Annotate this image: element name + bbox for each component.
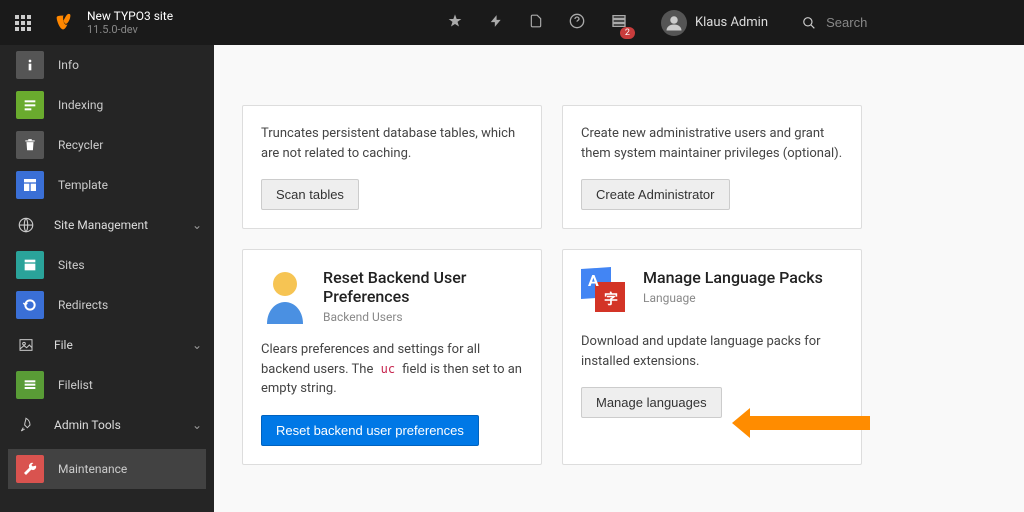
sidebar-item-label: Recycler <box>58 138 202 152</box>
sidebar-item-label: Indexing <box>58 98 202 112</box>
cards-row: Truncates persistent database tables, wh… <box>242 105 996 229</box>
sidebar-item-redirects[interactable]: Redirects <box>0 285 214 325</box>
reset-backend-user-preferences-button[interactable]: Reset backend user preferences <box>261 415 479 446</box>
sidebar-item-recycler[interactable]: Recycler <box>0 125 214 165</box>
sidebar-item-filelist[interactable]: Filelist <box>0 365 214 405</box>
manage-languages-button[interactable]: Manage languages <box>581 387 722 418</box>
info-icon <box>16 51 44 79</box>
card-manage-language-packs: A字 Manage Language Packs Language Downlo… <box>562 249 862 465</box>
avatar-icon <box>661 10 687 36</box>
sidebar-item-label: Maintenance <box>58 462 194 476</box>
scan-tables-button[interactable]: Scan tables <box>261 179 359 210</box>
topbar: New TYPO3 site 11.5.0-dev 2 Klaus Admin <box>0 0 1024 45</box>
chevron-down-icon: ⌄ <box>192 338 202 352</box>
search-box[interactable] <box>784 15 1024 31</box>
sidebar-group-site-management[interactable]: Site Management ⌄ <box>0 205 214 245</box>
sidebar-item-label: Template <box>58 178 202 192</box>
sidebar-item-label: Filelist <box>58 378 202 392</box>
help-icon[interactable] <box>569 13 585 33</box>
rocket-icon <box>12 411 40 439</box>
sidebar-group-label: Admin Tools <box>54 418 192 432</box>
image-icon <box>12 331 40 359</box>
sidebar-item-info[interactable]: Info <box>0 45 214 85</box>
card-description: Clears preferences and settings for all … <box>261 340 523 399</box>
site-info[interactable]: New TYPO3 site 11.5.0-dev <box>87 9 173 37</box>
sidebar-item-indexing[interactable]: Indexing <box>0 85 214 125</box>
topbar-tools: 2 <box>173 13 645 33</box>
sidebar-item-label: Sites <box>58 258 202 272</box>
redirect-icon <box>16 291 44 319</box>
content-area: Truncates persistent database tables, wh… <box>214 45 1024 512</box>
topbar-left: New TYPO3 site 11.5.0-dev <box>0 0 173 45</box>
content-inner: Truncates persistent database tables, wh… <box>214 45 1024 512</box>
sidebar-item-label: Info <box>58 58 202 72</box>
search-input[interactable] <box>826 15 1006 30</box>
globe-icon <box>12 211 40 239</box>
card-scan-tables: Truncates persistent database tables, wh… <box>242 105 542 229</box>
indexing-icon <box>16 91 44 119</box>
sidebar-group-label: File <box>54 338 192 352</box>
sidebar-item-sites[interactable]: Sites <box>0 245 214 285</box>
module-sidebar: Info Indexing Recycler Template Site Man… <box>0 45 214 512</box>
card-description: Create new administrative users and gran… <box>581 124 843 163</box>
create-administrator-button[interactable]: Create Administrator <box>581 179 730 210</box>
translate-icon: A字 <box>581 268 629 316</box>
sidebar-group-admin-tools[interactable]: Admin Tools ⌄ <box>0 405 214 445</box>
annotation-arrow <box>750 416 870 430</box>
card-description: Download and update language packs for i… <box>581 332 843 371</box>
card-subtitle: Language <box>643 291 823 305</box>
apps-menu-button[interactable] <box>0 0 45 45</box>
chevron-down-icon: ⌄ <box>192 418 202 432</box>
filelist-icon <box>16 371 44 399</box>
sidebar-item-template[interactable]: Template <box>0 165 214 205</box>
typo3-logo-icon <box>49 8 79 38</box>
card-reset-preferences: Reset Backend User Preferences Backend U… <box>242 249 542 465</box>
trash-icon <box>16 131 44 159</box>
card-create-admin: Create new administrative users and gran… <box>562 105 862 229</box>
user-icon <box>261 268 309 316</box>
card-subtitle: Backend Users <box>323 310 523 324</box>
apps-grid-icon <box>15 15 31 31</box>
sidebar-active-wrap: Maintenance <box>8 449 206 489</box>
sidebar-item-label: Redirects <box>58 298 202 312</box>
search-icon <box>802 15 816 31</box>
sidebar-item-maintenance[interactable]: Maintenance <box>8 449 206 489</box>
sidebar-group-label: Site Management <box>54 218 192 232</box>
sites-icon <box>16 251 44 279</box>
site-title: New TYPO3 site <box>87 9 173 23</box>
list-icon[interactable]: 2 <box>611 13 627 33</box>
card-title: Manage Language Packs <box>643 268 823 287</box>
user-menu[interactable]: Klaus Admin <box>645 10 784 36</box>
bookmark-icon[interactable] <box>447 13 463 33</box>
chevron-down-icon: ⌄ <box>192 218 202 232</box>
card-header: A字 Manage Language Packs Language <box>581 268 843 316</box>
code: uc <box>377 361 399 377</box>
cards-row: Reset Backend User Preferences Backend U… <box>242 249 996 465</box>
document-icon[interactable] <box>529 13 543 33</box>
card-title: Reset Backend User Preferences <box>323 268 523 306</box>
card-description: Truncates persistent database tables, wh… <box>261 124 523 163</box>
sidebar-group-file[interactable]: File ⌄ <box>0 325 214 365</box>
template-icon <box>16 171 44 199</box>
flash-icon[interactable] <box>489 13 503 33</box>
card-header: Reset Backend User Preferences Backend U… <box>261 268 523 324</box>
notification-badge: 2 <box>620 27 635 39</box>
wrench-icon <box>16 455 44 483</box>
site-version: 11.5.0-dev <box>87 23 173 36</box>
user-name: Klaus Admin <box>695 15 768 30</box>
